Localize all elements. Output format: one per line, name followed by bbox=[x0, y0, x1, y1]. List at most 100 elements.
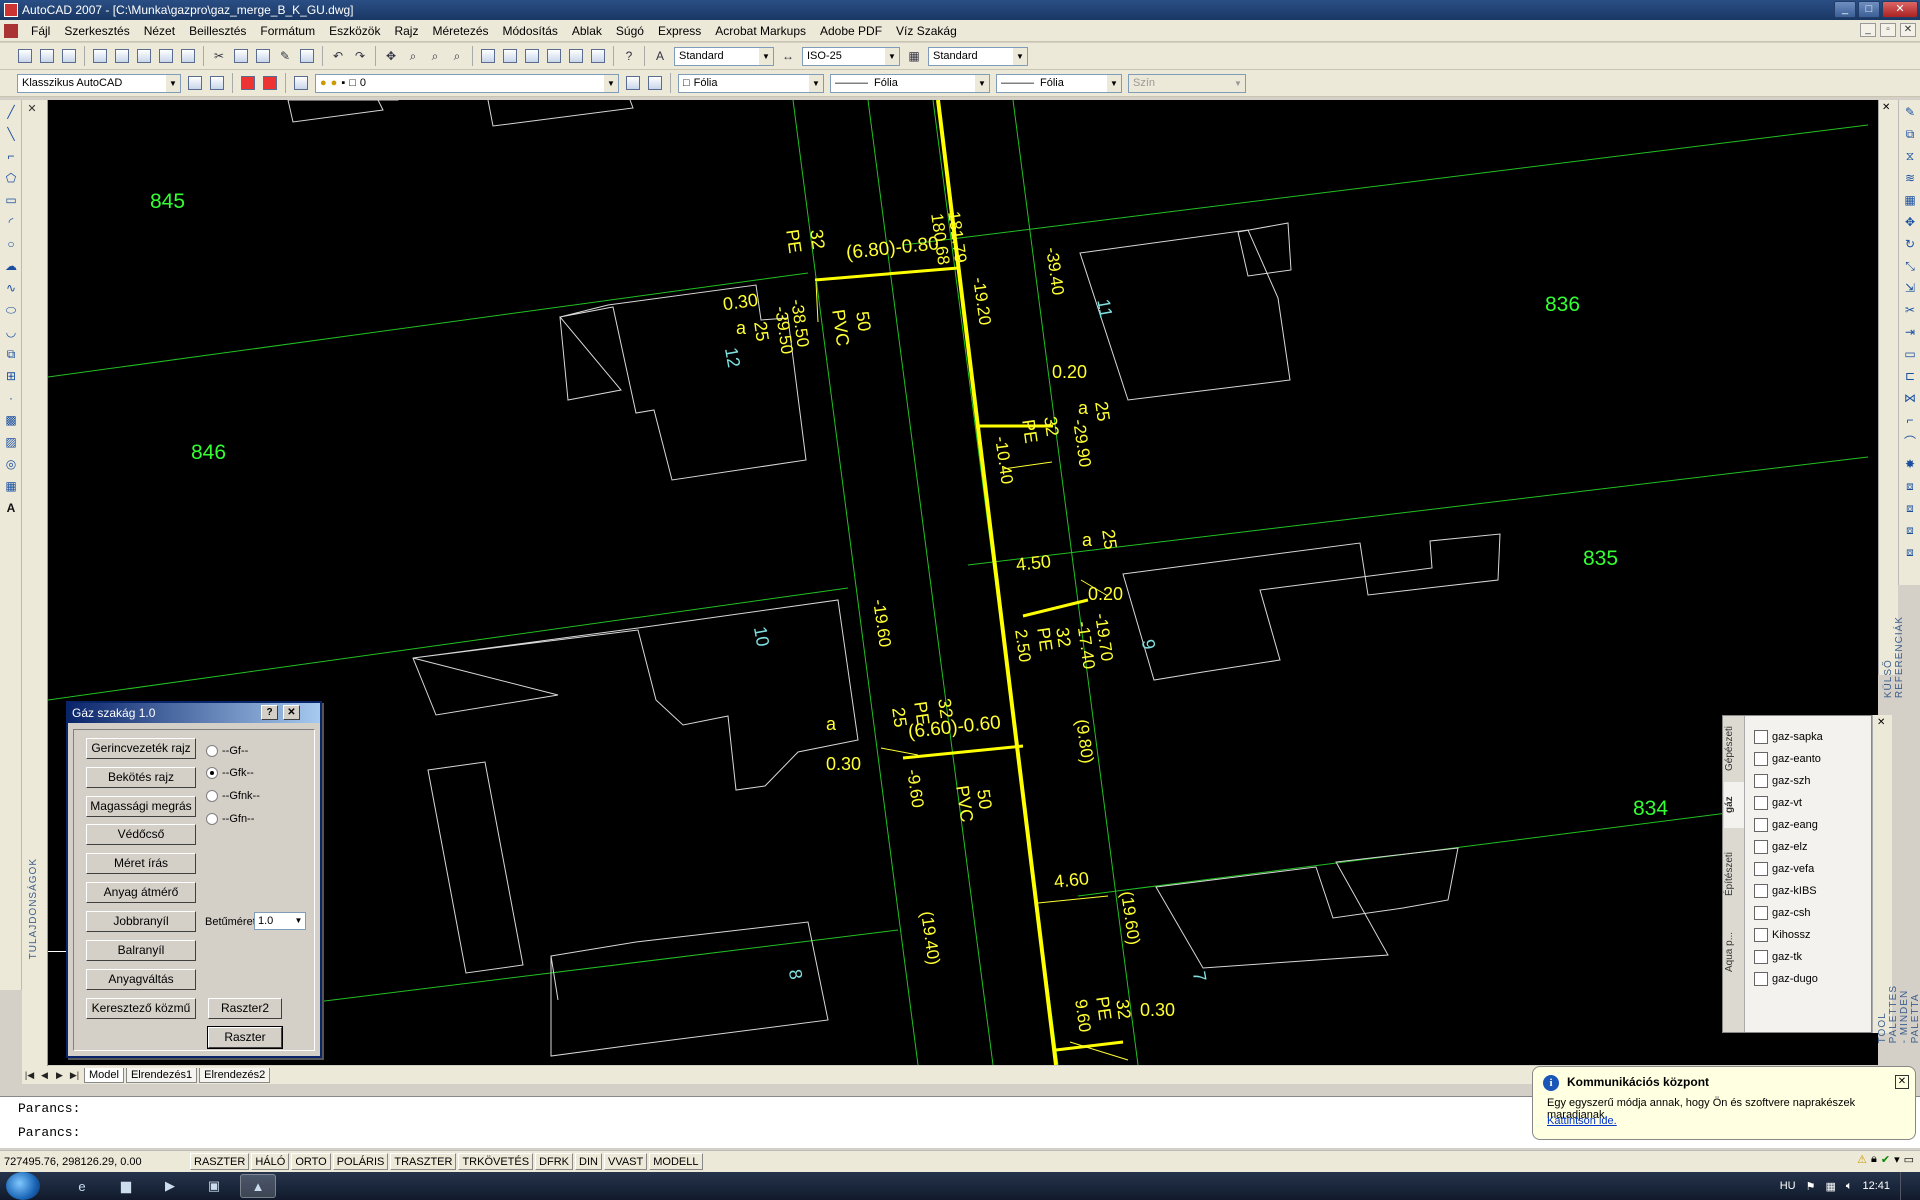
table-icon[interactable]: ▦ bbox=[2, 477, 20, 495]
construction-line-icon[interactable]: ╲ bbox=[2, 125, 20, 143]
ellipse-arc-icon[interactable]: ◡ bbox=[2, 323, 20, 341]
snap-button[interactable]: RASZTER bbox=[190, 1153, 250, 1170]
chevron-down-icon[interactable]: ▾ bbox=[1894, 1153, 1900, 1166]
doc-restore-button[interactable]: ▫ bbox=[1880, 23, 1896, 37]
pdf-icon[interactable] bbox=[238, 73, 258, 93]
close-icon[interactable]: ✕ bbox=[25, 102, 39, 116]
paste-icon[interactable] bbox=[253, 46, 273, 66]
jobbranyil-button[interactable]: Jobbranyíl bbox=[86, 911, 196, 932]
palette-item-gaz-vefa[interactable]: gaz-vefa bbox=[1754, 862, 1814, 876]
workspace-settings-icon[interactable] bbox=[185, 73, 205, 93]
rectangle-icon[interactable]: ▭ bbox=[2, 191, 20, 209]
workspace-combo[interactable]: Klasszikus AutoCAD ▼ bbox=[17, 73, 181, 93]
join-icon[interactable]: ⋈ bbox=[1901, 389, 1919, 407]
layer-previous-icon[interactable] bbox=[645, 73, 665, 93]
dim-style-combo[interactable]: ISO-25 ▼ bbox=[802, 46, 900, 66]
action-center-icon[interactable]: ⚑ bbox=[1806, 1180, 1816, 1193]
gradient-icon[interactable]: ▨ bbox=[2, 433, 20, 451]
design-center-icon[interactable] bbox=[500, 46, 520, 66]
ortho-button[interactable]: ORTO bbox=[291, 1153, 331, 1170]
radio-gf[interactable]: --Gf-- bbox=[206, 745, 248, 757]
tab-model[interactable]: Model bbox=[84, 1067, 124, 1083]
menu-fajl[interactable]: Fájl bbox=[24, 20, 57, 42]
lineweight-combo[interactable]: ——— Fólia ▼ bbox=[996, 73, 1122, 93]
palette-item-gaz-elz[interactable]: gaz-elz bbox=[1754, 840, 1807, 854]
autocad-app-icon[interactable] bbox=[4, 3, 18, 17]
zoom-window-icon[interactable]: ⌕ bbox=[425, 46, 445, 66]
circle-icon[interactable]: ○ bbox=[2, 235, 20, 253]
maximize-button[interactable]: □ bbox=[1858, 1, 1880, 18]
tool-palettes-icon[interactable] bbox=[522, 46, 542, 66]
notification-close-button[interactable]: ✕ bbox=[1895, 1075, 1909, 1089]
save-icon[interactable] bbox=[59, 46, 79, 66]
print-preview-icon[interactable] bbox=[112, 46, 132, 66]
menu-meretezes[interactable]: Méretezés bbox=[425, 20, 495, 42]
ellipse-icon[interactable]: ⬭ bbox=[2, 301, 20, 319]
palette-item-gaz-dugo[interactable]: gaz-dugo bbox=[1754, 972, 1818, 986]
menu-ablak[interactable]: Ablak bbox=[565, 20, 609, 42]
mirror-icon[interactable]: ⧖ bbox=[1901, 147, 1919, 165]
menu-modositas[interactable]: Módosítás bbox=[496, 20, 565, 42]
menu-formatum[interactable]: Formátum bbox=[253, 20, 322, 42]
palette-item-gaz-eanto[interactable]: gaz-eanto bbox=[1754, 752, 1821, 766]
new-icon[interactable] bbox=[15, 46, 35, 66]
tool-palette-titlebar[interactable]: ✕ TOOL PALETTES - MINDEN PALETTA bbox=[1872, 715, 1920, 1043]
dyn-button[interactable]: DIN bbox=[575, 1153, 602, 1170]
text-style-combo[interactable]: Standard ▼ bbox=[674, 46, 774, 66]
drawing-canvas[interactable]: 845 846 836 835 834 11 12 10 9 8 7 181.7… bbox=[48, 100, 1878, 1065]
table-style-combo[interactable]: Standard ▼ bbox=[928, 46, 1028, 66]
palette-item-gaz-tk[interactable]: gaz-tk bbox=[1754, 950, 1802, 964]
vedocso-button[interactable]: Védőcső bbox=[86, 824, 196, 845]
media-player-icon[interactable]: ▶ bbox=[152, 1174, 188, 1198]
internet-explorer-icon[interactable]: e bbox=[64, 1174, 100, 1198]
explode-icon[interactable]: ✸ bbox=[1901, 455, 1919, 473]
clock[interactable]: 12:41 bbox=[1862, 1180, 1890, 1192]
undo-icon[interactable]: ↶ bbox=[328, 46, 348, 66]
fillet-icon[interactable]: ⌒ bbox=[1901, 433, 1919, 451]
linetype-combo[interactable]: ——— Fólia ▼ bbox=[830, 73, 990, 93]
clean-screen-icon[interactable]: ▭ bbox=[1904, 1153, 1914, 1166]
meret-iras-button[interactable]: Méret írás bbox=[86, 853, 196, 874]
menu-eszkozok[interactable]: Eszközök bbox=[322, 20, 387, 42]
color-combo[interactable]: □ Fólia ▼ bbox=[678, 73, 824, 93]
draworder-under-icon[interactable]: ⧈ bbox=[1901, 543, 1919, 561]
tab-elrendezes2[interactable]: Elrendezés2 bbox=[199, 1067, 271, 1083]
otrack-button[interactable]: TRKÖVETÉS bbox=[458, 1153, 534, 1170]
show-desktop-button[interactable] bbox=[1900, 1172, 1912, 1200]
menu-nezet[interactable]: Nézet bbox=[137, 20, 182, 42]
raszter2-button[interactable]: Raszter2 bbox=[208, 998, 282, 1019]
break-point-icon[interactable]: ▭ bbox=[1901, 345, 1919, 363]
stretch-icon[interactable]: ⇲ bbox=[1901, 279, 1919, 297]
anyag-atmero-button[interactable]: Anyag átmérő bbox=[86, 882, 196, 903]
polyline-icon[interactable]: ⌐ bbox=[2, 147, 20, 165]
magassagi-megras-button[interactable]: Magassági megrás bbox=[86, 796, 196, 817]
first-tab-icon[interactable]: |◀ bbox=[22, 1068, 37, 1082]
menu-rajz[interactable]: Rajz bbox=[387, 20, 425, 42]
block-editor-icon[interactable] bbox=[297, 46, 317, 66]
notification-link[interactable]: Kattintson ide. bbox=[1547, 1115, 1617, 1127]
dialog-help-button[interactable]: ? bbox=[261, 705, 278, 720]
draworder-back-icon[interactable]: ⧈ bbox=[1901, 499, 1919, 517]
grid-button[interactable]: HÁLÓ bbox=[251, 1153, 290, 1170]
coordinate-readout[interactable]: 727495.76, 298126.29, 0.00 bbox=[0, 1156, 190, 1168]
bekotes-rajz-button[interactable]: Bekötés rajz bbox=[86, 767, 196, 788]
spline-icon[interactable]: ∿ bbox=[2, 279, 20, 297]
layer-combo[interactable]: ● ● ▪ □ 0 ▼ bbox=[315, 73, 619, 93]
menu-express[interactable]: Express bbox=[651, 20, 708, 42]
close-button[interactable]: ✕ bbox=[1882, 1, 1918, 18]
lwt-button[interactable]: VVAST bbox=[603, 1153, 648, 1170]
autocad-task-icon[interactable]: ▲ bbox=[240, 1174, 276, 1198]
copy-object-icon[interactable]: ⧉ bbox=[1901, 125, 1919, 143]
tab-gaz[interactable]: gáz bbox=[1724, 782, 1744, 828]
point-icon[interactable]: · bbox=[2, 389, 20, 407]
region-icon[interactable]: ◎ bbox=[2, 455, 20, 473]
calculator-icon[interactable] bbox=[588, 46, 608, 66]
volume-icon[interactable]: 🔈︎ bbox=[1846, 1180, 1853, 1193]
dialog-close-button[interactable]: ✕ bbox=[283, 705, 300, 720]
3d-dwf-icon[interactable] bbox=[156, 46, 176, 66]
draworder-front-icon[interactable]: ⧈ bbox=[1901, 477, 1919, 495]
last-tab-icon[interactable]: ▶| bbox=[67, 1068, 82, 1082]
menu-szerkesztes[interactable]: Szerkesztés bbox=[57, 20, 136, 42]
language-indicator[interactable]: HU bbox=[1780, 1180, 1796, 1192]
publish-icon[interactable] bbox=[134, 46, 154, 66]
